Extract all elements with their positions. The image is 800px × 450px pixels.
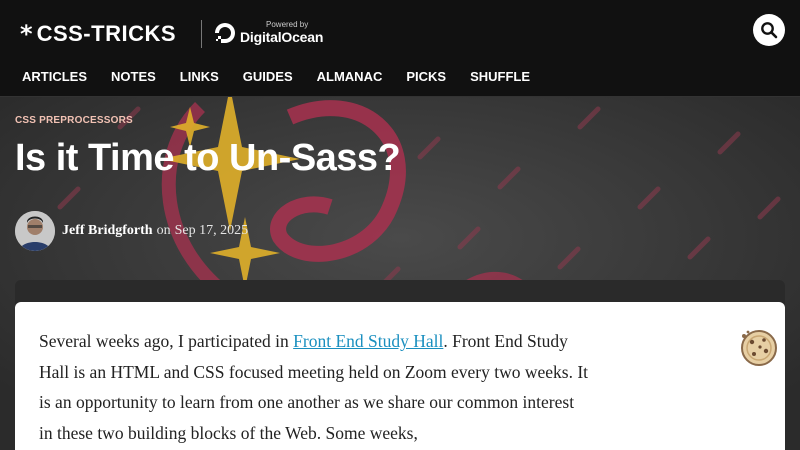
logo-divider — [201, 20, 202, 48]
site-header: * CSS-TRICKS Powered by DigitalOcean ART… — [0, 0, 800, 97]
logo-star-icon: * — [20, 20, 33, 48]
publish-date: Sep 17, 2025 — [174, 223, 249, 238]
sponsor-powered-by: Powered by — [266, 19, 309, 29]
article-body: Several weeks ago, I participated in Fro… — [15, 302, 785, 450]
front-end-study-hall-link[interactable]: Front End Study Hall — [293, 331, 443, 351]
sponsor-logo[interactable]: Powered by DigitalOcean — [213, 19, 324, 45]
sponsor-name: DigitalOcean — [240, 28, 324, 45]
nav-notes[interactable]: NOTES — [111, 69, 156, 85]
nav-shuffle[interactable]: SHUFFLE — [470, 69, 530, 85]
search-icon — [761, 22, 778, 39]
search-button[interactable] — [753, 14, 785, 46]
article-hero: CSS PREPROCESSORS Is it Time to Un-Sass?… — [0, 97, 800, 450]
article-byline: Jeff Bridgforth on Sep 17, 2025 — [15, 211, 248, 251]
nav-almanac[interactable]: ALMANAC — [317, 69, 383, 85]
nav-guides[interactable]: GUIDES — [243, 69, 293, 85]
nav-picks[interactable]: PICKS — [406, 69, 446, 85]
author-avatar[interactable] — [15, 211, 55, 251]
main-nav: ARTICLES NOTES LINKS GUIDES ALMANAC PICK… — [22, 69, 554, 85]
digitalocean-logo-icon — [215, 23, 235, 43]
nav-articles[interactable]: ARTICLES — [22, 69, 87, 85]
nav-links[interactable]: LINKS — [180, 69, 219, 85]
article-category[interactable]: CSS PREPROCESSORS — [15, 115, 133, 126]
article-paragraph: Several weeks ago, I participated in Fro… — [39, 326, 589, 448]
cookie-icon[interactable] — [740, 329, 778, 367]
date-prefix: on — [156, 223, 171, 238]
site-logo[interactable]: * CSS-TRICKS — [20, 20, 177, 48]
author-photo — [15, 211, 55, 251]
article-title: Is it Time to Un-Sass? — [15, 137, 401, 179]
paragraph-text-before-link: Several weeks ago, I participated in — [39, 331, 294, 351]
logo-text: CSS-TRICKS — [36, 21, 177, 46]
author-name[interactable]: Jeff Bridgforth — [62, 223, 153, 239]
